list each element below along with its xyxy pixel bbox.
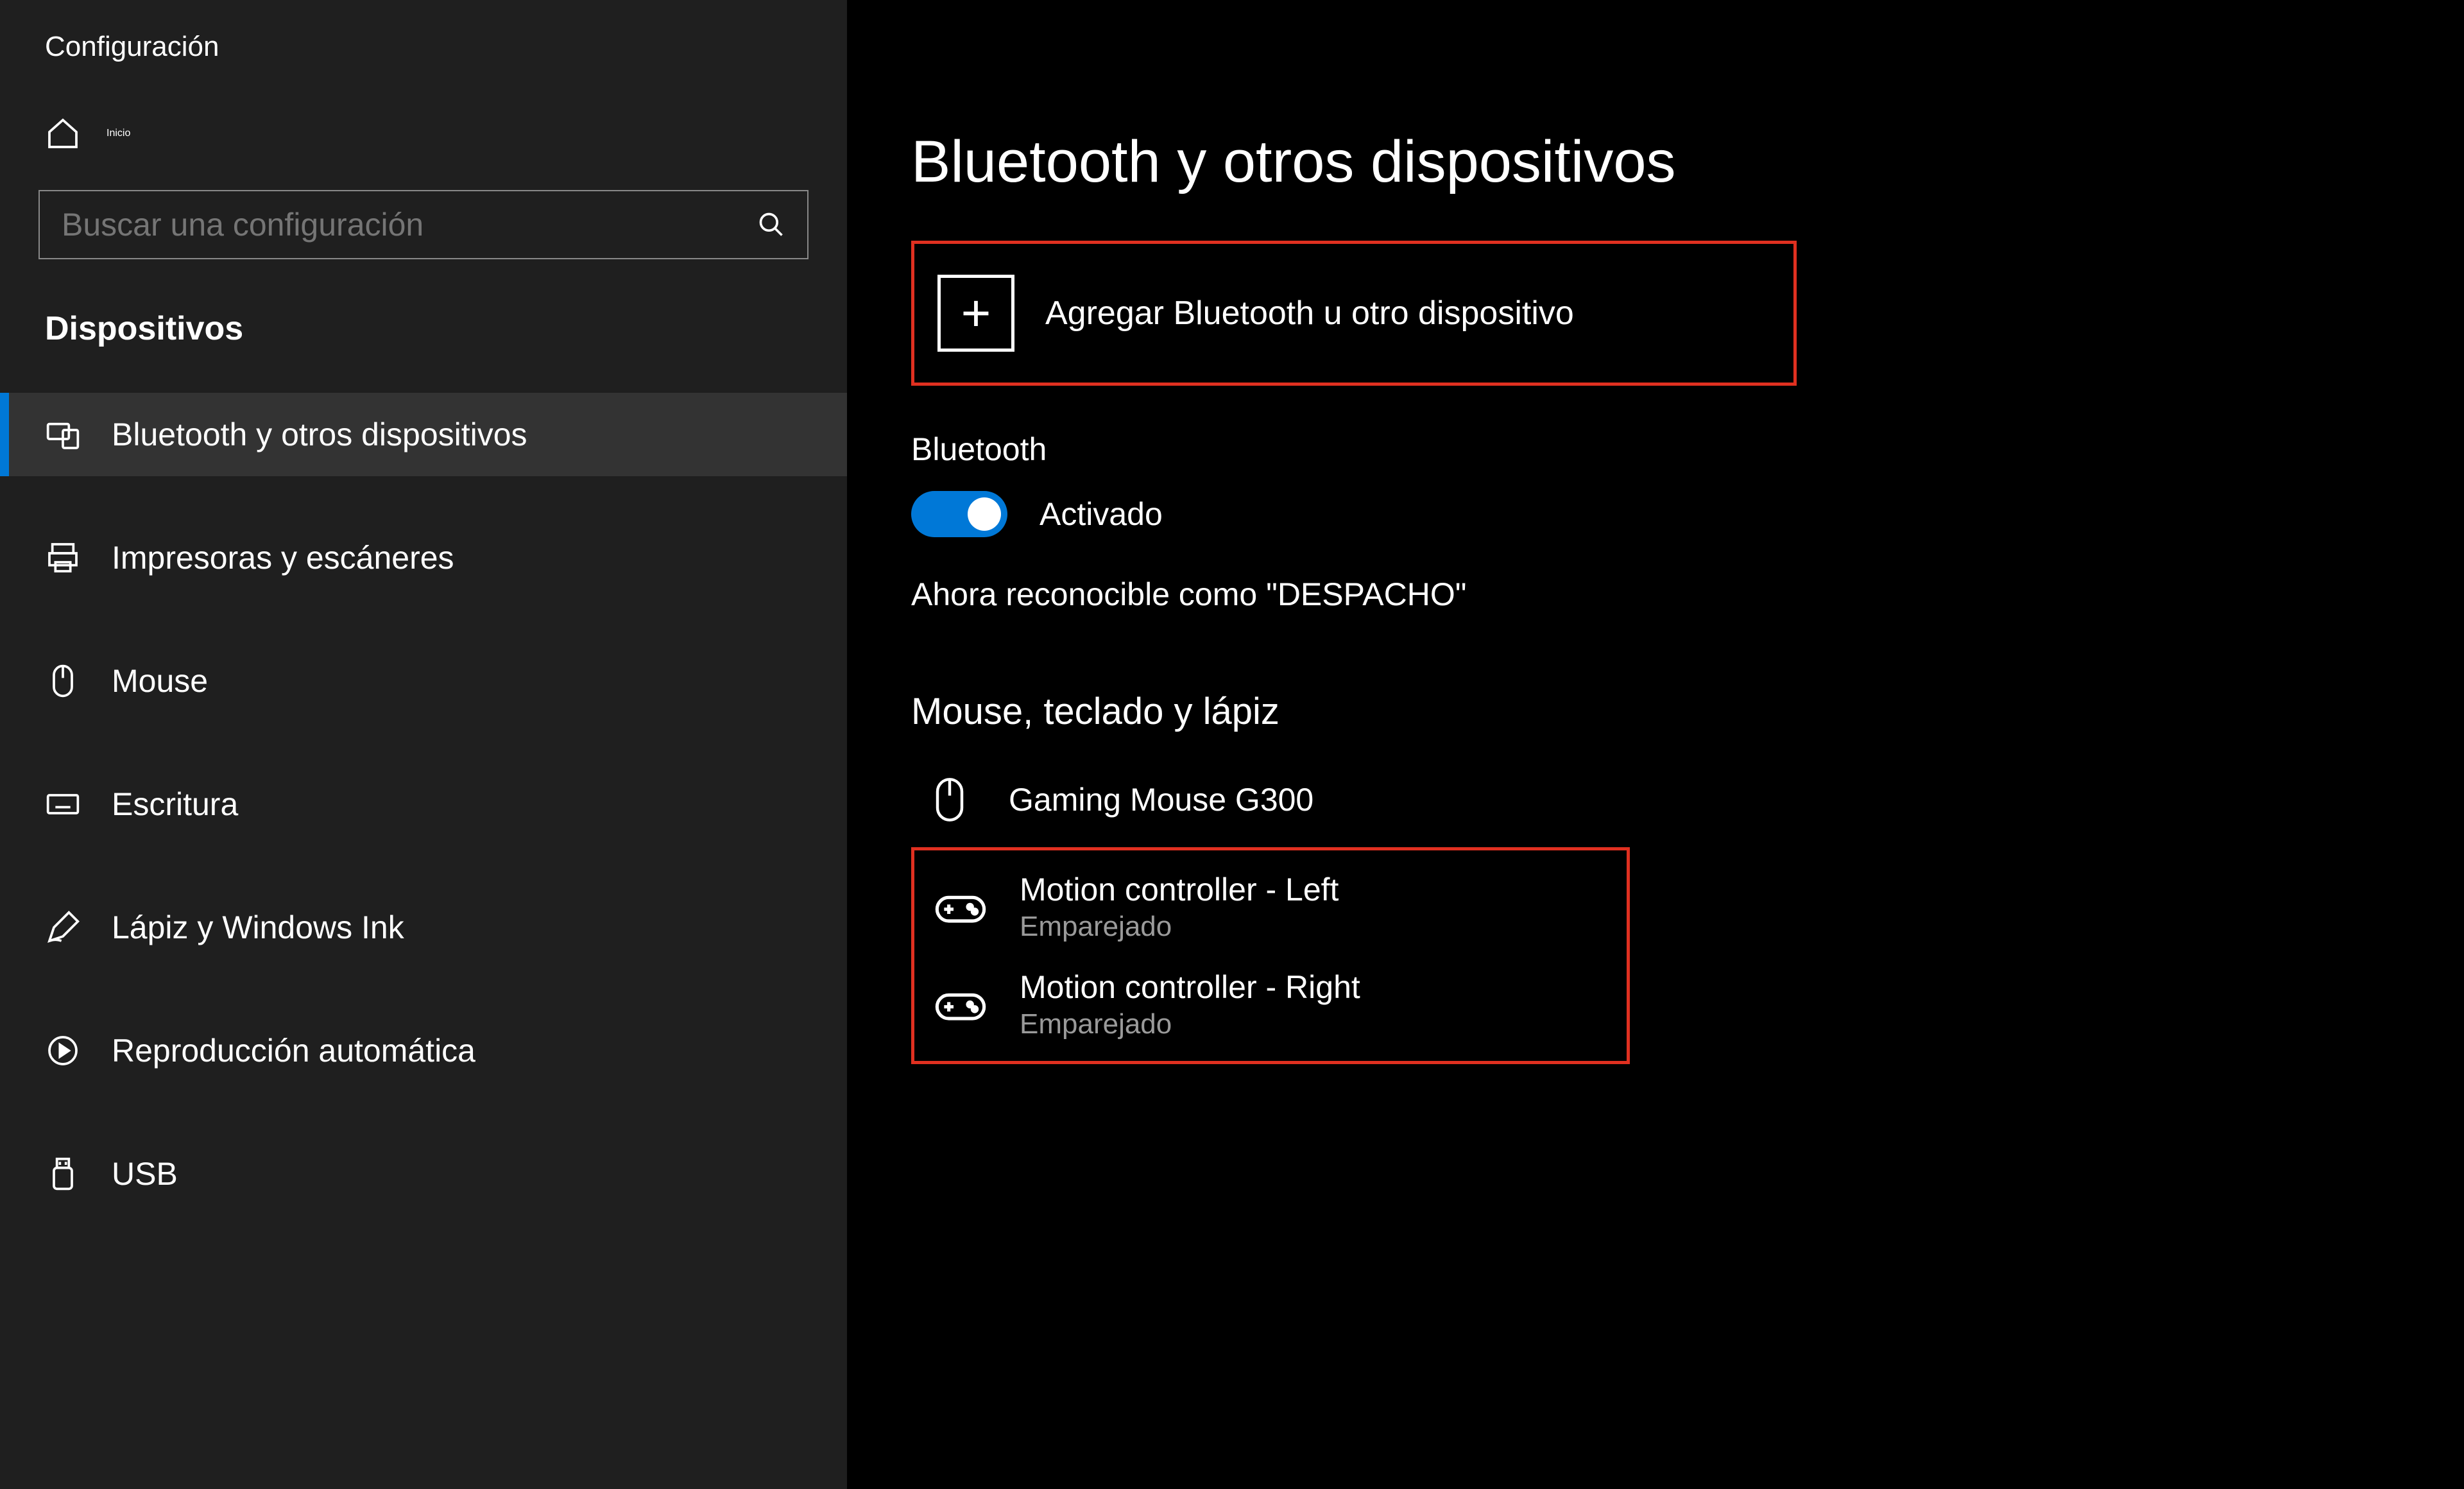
home-nav[interactable]: Inicio [0, 89, 847, 190]
search-icon [757, 211, 785, 239]
device-name: Motion controller - Right [1020, 968, 1360, 1006]
nav-item-pen[interactable]: Lápiz y Windows Ink [0, 886, 847, 969]
bluetooth-heading: Bluetooth [911, 431, 2438, 468]
page-title: Bluetooth y otros dispositivos [911, 128, 2438, 196]
gamepad-icon [932, 976, 989, 1033]
keyboard-icon [45, 786, 81, 822]
device-section-title: Mouse, teclado y lápiz [911, 690, 2438, 733]
home-label: Inicio [107, 128, 130, 139]
pen-icon [45, 909, 81, 945]
nav-item-printers[interactable]: Impresoras y escáneres [0, 516, 847, 599]
bluetooth-toggle-row: Activado [911, 491, 2438, 537]
bluetooth-state-label: Activado [1040, 495, 1163, 533]
nav-item-label: USB [112, 1155, 178, 1192]
nav-item-label: Reproducción automática [112, 1032, 475, 1069]
add-device-button[interactable]: + Agregar Bluetooth u otro dispositivo [922, 252, 1786, 375]
nav-item-usb[interactable]: USB [0, 1132, 847, 1216]
usb-icon [45, 1156, 81, 1192]
nav-item-label: Bluetooth y otros dispositivos [112, 416, 527, 453]
search-box[interactable] [38, 190, 809, 259]
nav-item-bluetooth-devices[interactable]: Bluetooth y otros dispositivos [0, 393, 847, 476]
search-input[interactable] [62, 206, 757, 243]
autoplay-icon [45, 1033, 81, 1069]
device-name: Gaming Mouse G300 [1009, 781, 1313, 818]
devices-icon [45, 417, 81, 452]
printer-icon [45, 540, 81, 576]
gamepad-icon [932, 879, 989, 935]
highlight-controllers: Motion controller - Left Emparejado Moti… [911, 847, 1630, 1064]
device-status: Emparejado [1020, 1008, 1360, 1040]
highlight-add-device: + Agregar Bluetooth u otro dispositivo [911, 241, 1797, 386]
plus-icon: + [937, 275, 1014, 352]
add-device-label: Agregar Bluetooth u otro dispositivo [1045, 294, 1574, 332]
nav-item-label: Escritura [112, 786, 238, 823]
nav-item-label: Impresoras y escáneres [112, 539, 454, 576]
nav-item-label: Mouse [112, 662, 208, 700]
nav-item-typing[interactable]: Escritura [0, 762, 847, 846]
mouse-icon [45, 663, 81, 699]
bluetooth-toggle[interactable] [911, 491, 1007, 537]
nav-item-mouse[interactable]: Mouse [0, 639, 847, 723]
window-title: Configuración [0, 13, 847, 89]
device-item-motion-left[interactable]: Motion controller - Left Emparejado [922, 858, 1619, 956]
sidebar: Configuración Inicio Dispositivos Blueto… [0, 0, 847, 1489]
home-icon [45, 116, 81, 151]
sidebar-section-header: Dispositivos [0, 291, 847, 393]
device-name: Motion controller - Left [1020, 871, 1339, 908]
nav-item-autoplay[interactable]: Reproducción automática [0, 1009, 847, 1092]
nav-item-label: Lápiz y Windows Ink [112, 909, 404, 946]
main-content: Bluetooth y otros dispositivos + Agregar… [847, 0, 2464, 1489]
device-item-gaming-mouse[interactable]: Gaming Mouse G300 [911, 759, 2438, 841]
discoverable-text: Ahora reconocible como "DESPACHO" [911, 576, 2438, 613]
device-item-motion-right[interactable]: Motion controller - Right Emparejado [922, 956, 1619, 1053]
device-status: Emparejado [1020, 911, 1339, 943]
mouse-icon [921, 771, 978, 828]
